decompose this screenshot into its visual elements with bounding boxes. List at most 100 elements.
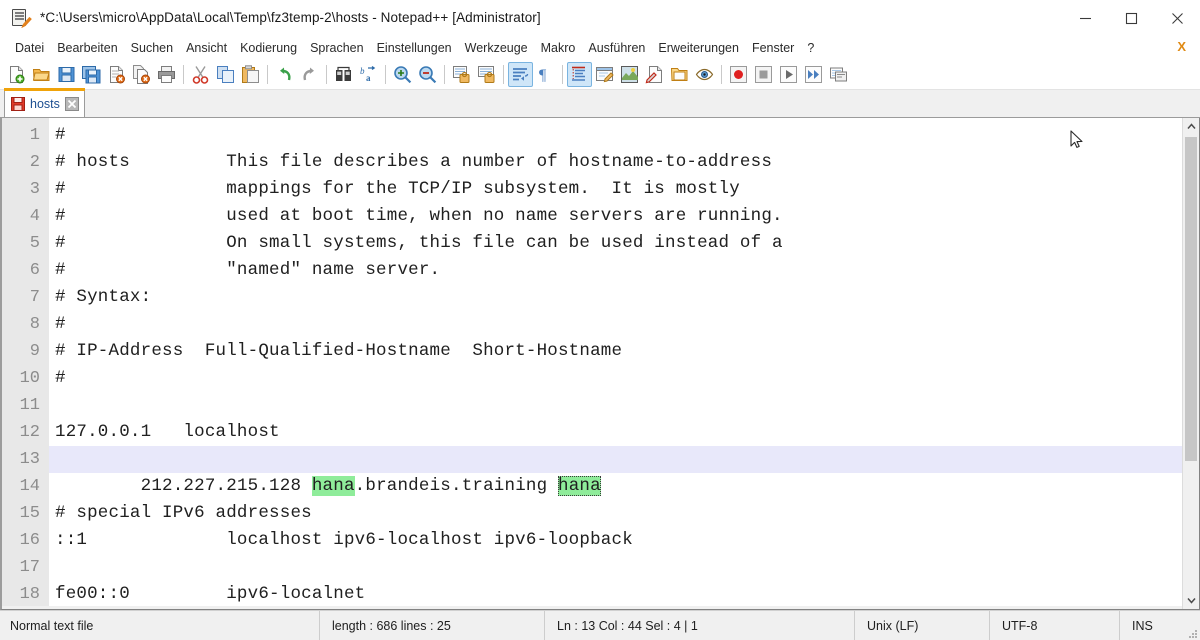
svg-text:b: b — [360, 66, 365, 76]
menu-kodierung[interactable]: Kodierung — [234, 38, 304, 58]
zoom-out-icon[interactable] — [415, 62, 440, 87]
notepadpp-window: *C:\Users\micro\AppData\Local\Temp\fz3te… — [0, 0, 1200, 640]
toolbar-separator — [562, 65, 563, 84]
tab-label: hosts — [30, 97, 60, 111]
status-bar: Normal text file length : 686 lines : 25… — [0, 610, 1200, 640]
menu-ausfuehren[interactable]: Ausführen — [582, 38, 652, 58]
minimize-button[interactable] — [1062, 0, 1108, 36]
save-macro-icon[interactable] — [826, 62, 851, 87]
code-line: fe00::0 ipv6-localnet — [55, 584, 366, 604]
menu-sprachen[interactable]: Sprachen — [304, 38, 371, 58]
resize-grip-icon[interactable] — [1184, 611, 1200, 640]
code-line-current: 212.227.215.128 hana.brandeis.training h… — [49, 446, 1199, 496]
svg-text:¶: ¶ — [539, 67, 547, 84]
zoom-in-icon[interactable] — [390, 62, 415, 87]
line-number: 3 — [29, 180, 40, 199]
smart-highlight-match: hana — [311, 476, 355, 496]
toolbar-separator — [503, 65, 504, 84]
code-segment: .brandeis.training — [354, 476, 559, 496]
show-all-characters-icon[interactable]: ¶ — [533, 62, 558, 87]
code-segment: 212.227.215.128 — [140, 476, 312, 496]
playback-icon[interactable] — [776, 62, 801, 87]
sync-horizontal-scrolling-icon[interactable] — [474, 62, 499, 87]
status-caret-position: Ln : 13 Col : 44 Sel : 4 | 1 — [545, 610, 855, 640]
horizontal-scrollbar[interactable] — [2, 606, 1182, 609]
menu-help[interactable]: ? — [801, 38, 821, 58]
cut-icon[interactable] — [188, 62, 213, 87]
save-icon[interactable] — [54, 62, 79, 87]
menu-fenster[interactable]: Fenster — [746, 38, 801, 58]
menu-makro[interactable]: Makro — [535, 38, 583, 58]
status-file-type: Normal text file — [0, 610, 320, 640]
code-line: ::1 localhost ipv6-localhost ipv6-loopba… — [55, 530, 633, 550]
scroll-down-arrow-icon[interactable] — [1183, 592, 1199, 609]
line-number-gutter: 1 2 3 4 5 6 7 8 9 10 11 12 13 14 15 16 1… — [2, 118, 49, 609]
menu-bar: Datei Bearbeiten Suchen Ansicht Kodierun… — [0, 36, 1200, 60]
paste-icon[interactable] — [238, 62, 263, 87]
line-number: 1 — [29, 126, 40, 145]
close-button[interactable] — [1154, 0, 1200, 36]
folder-as-workspace-icon[interactable] — [667, 62, 692, 87]
toolbar: ba ¶ — [0, 60, 1200, 148]
menu-datei[interactable]: Datei — [9, 38, 51, 58]
tab-hosts[interactable]: hosts — [4, 88, 85, 117]
code-line: # used at boot time, when no name server… — [55, 206, 783, 226]
menu-suchen[interactable]: Suchen — [125, 38, 180, 58]
code-line: # mappings for the TCP/IP subsystem. It … — [55, 179, 740, 199]
line-number: 8 — [29, 315, 40, 334]
toolbar-separator — [183, 65, 184, 84]
tab-close-icon[interactable] — [64, 97, 79, 111]
replace-icon[interactable]: ba — [356, 62, 381, 87]
run-multiple-times-icon[interactable] — [801, 62, 826, 87]
vertical-scrollbar[interactable] — [1182, 118, 1199, 609]
notepad-plus-plus-icon — [11, 8, 31, 28]
menu-ansicht[interactable]: Ansicht — [180, 38, 234, 58]
status-encoding[interactable]: UTF-8 — [990, 610, 1120, 640]
monitoring-icon[interactable] — [692, 62, 717, 87]
svg-text:a: a — [366, 73, 371, 83]
save-all-icon[interactable] — [79, 62, 104, 87]
user-defined-dialog-icon[interactable] — [592, 62, 617, 87]
code-line: # IP-Address Full-Qualified-Hostname Sho… — [55, 341, 623, 361]
function-list-icon[interactable] — [642, 62, 667, 87]
stop-recording-icon[interactable] — [751, 62, 776, 87]
tab-bar: hosts — [0, 88, 1200, 118]
code-line: # hosts This file describes a number of … — [55, 152, 773, 172]
line-number: 16 — [19, 531, 40, 550]
maximize-button[interactable] — [1108, 0, 1154, 36]
line-number: 15 — [19, 504, 40, 523]
open-file-icon[interactable] — [29, 62, 54, 87]
editor[interactable]: 1 2 3 4 5 6 7 8 9 10 11 12 13 14 15 16 1… — [0, 118, 1200, 610]
close-document-button[interactable]: X — [1177, 39, 1186, 54]
line-number: 11 — [19, 396, 40, 415]
close-all-files-icon[interactable] — [129, 62, 154, 87]
menu-einstellungen[interactable]: Einstellungen — [371, 38, 459, 58]
print-icon[interactable] — [154, 62, 179, 87]
new-file-icon[interactable] — [4, 62, 29, 87]
redo-icon[interactable] — [297, 62, 322, 87]
find-icon[interactable] — [331, 62, 356, 87]
vertical-scroll-thumb[interactable] — [1185, 137, 1197, 461]
menu-erweiterungen[interactable]: Erweiterungen — [652, 38, 746, 58]
undo-icon[interactable] — [272, 62, 297, 87]
line-number: 9 — [29, 342, 40, 361]
menu-bearbeiten[interactable]: Bearbeiten — [51, 38, 124, 58]
copy-icon[interactable] — [213, 62, 238, 87]
toolbar-separator — [326, 65, 327, 84]
menu-werkzeuge[interactable]: Werkzeuge — [459, 38, 535, 58]
line-number: 5 — [29, 234, 40, 253]
title-bar: *C:\Users\micro\AppData\Local\Temp\fz3te… — [0, 0, 1200, 36]
status-insert-mode[interactable]: INS — [1120, 611, 1184, 640]
close-file-icon[interactable] — [104, 62, 129, 87]
word-wrap-icon[interactable] — [508, 62, 533, 87]
scroll-up-arrow-icon[interactable] — [1183, 118, 1199, 135]
code-area[interactable]: # # hosts This file describes a number o… — [49, 118, 1199, 609]
indent-guideline-icon[interactable] — [567, 62, 592, 87]
start-recording-icon[interactable] — [726, 62, 751, 87]
status-eol-format[interactable]: Unix (LF) — [855, 610, 990, 640]
window-title: *C:\Users\micro\AppData\Local\Temp\fz3te… — [40, 10, 541, 25]
sync-vertical-scrolling-icon[interactable] — [449, 62, 474, 87]
status-length-lines: length : 686 lines : 25 — [320, 610, 545, 640]
show-document-map-icon[interactable] — [617, 62, 642, 87]
